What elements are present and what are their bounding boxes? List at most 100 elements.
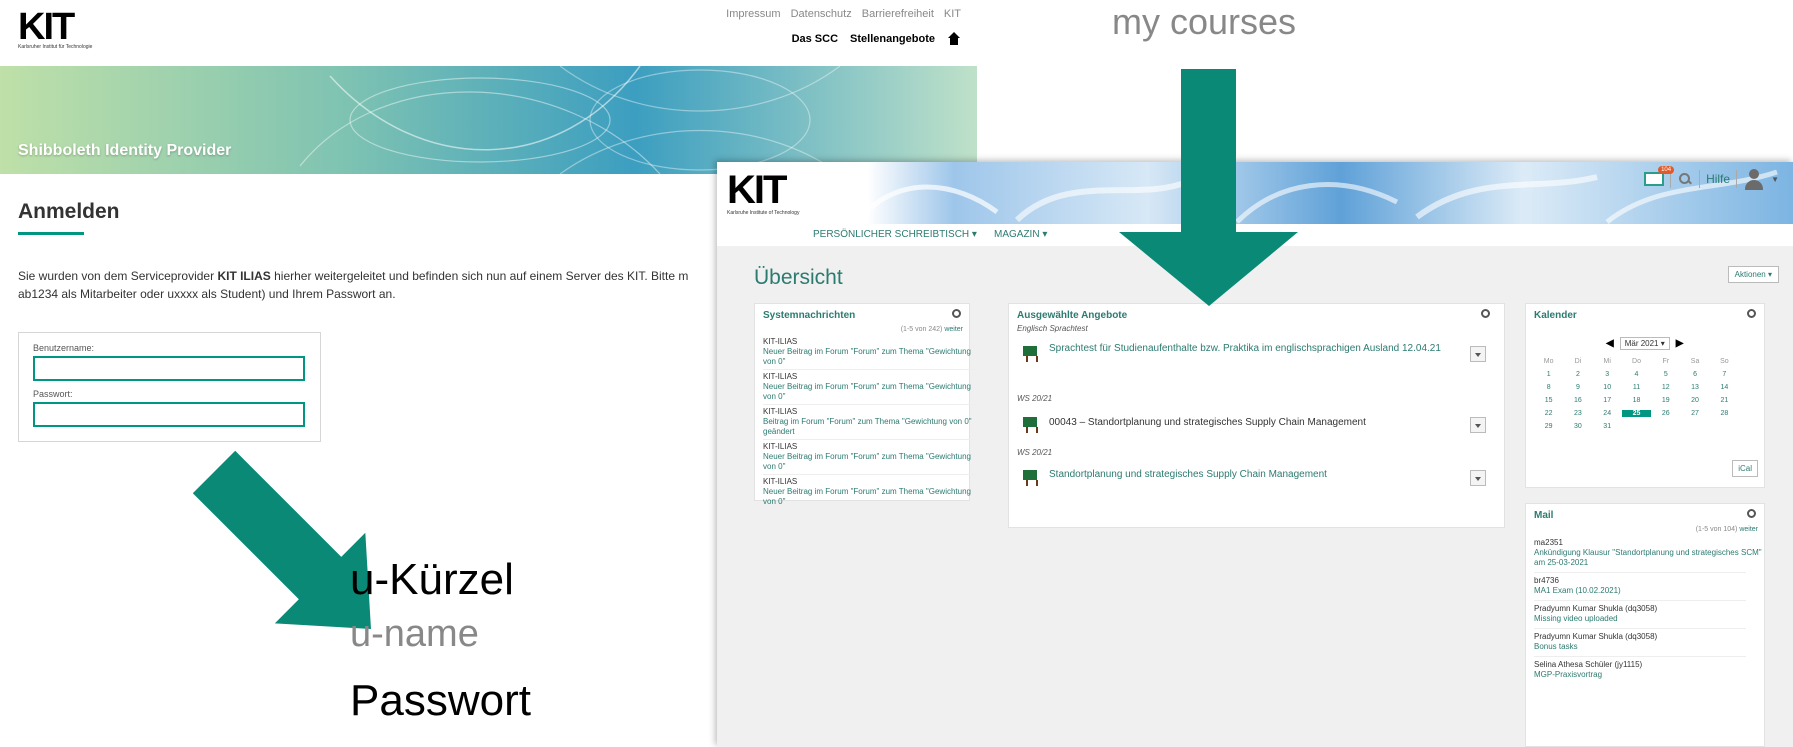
selected-offers-panel: Ausgewählte Angebote Englisch Sprachtest…	[1008, 303, 1505, 528]
link-das-scc[interactable]: Das SCC	[792, 33, 838, 45]
calendar-day[interactable]: 19	[1651, 397, 1680, 404]
course-link[interactable]: 00043 – Standortplanung und strategische…	[1049, 416, 1449, 429]
calendar-day[interactable]: 29	[1534, 423, 1563, 430]
calendar-day[interactable]: 16	[1563, 397, 1592, 404]
chevron-right-icon[interactable]: ▶	[1676, 338, 1684, 349]
mail-sender: br4736	[1534, 576, 1559, 585]
divider	[1534, 628, 1746, 629]
calendar-day[interactable]: 28	[1710, 410, 1739, 417]
month-select[interactable]: Mär 2021 ▾	[1619, 337, 1670, 350]
list-item[interactable]: KIT-ILIAS Neuer Beitrag im Forum "Forum" …	[763, 477, 973, 507]
divider	[1736, 170, 1738, 188]
course-actions-dropdown[interactable]	[1470, 470, 1486, 486]
link-stellenangebote[interactable]: Stellenangebote	[850, 33, 935, 45]
calendar-day[interactable]: 12	[1651, 384, 1680, 391]
calendar-empty-cell	[1651, 423, 1680, 430]
list-item[interactable]: KIT-ILIAS Neuer Beitrag im Forum "Forum" …	[763, 337, 973, 367]
gear-icon[interactable]	[1747, 309, 1756, 318]
ical-button[interactable]: iCal	[1732, 460, 1758, 477]
divider	[1699, 170, 1701, 188]
calendar-day[interactable]: 24	[1593, 410, 1622, 417]
annotation-passwort: Passwort	[350, 676, 531, 725]
list-item[interactable]: KIT-ILIAS Neuer Beitrag im Forum "Forum" …	[763, 372, 973, 402]
calendar-day[interactable]: 20	[1680, 397, 1709, 404]
banner-title: Shibboleth Identity Provider	[18, 142, 232, 159]
calendar-day[interactable]: 6	[1680, 371, 1709, 378]
course-link[interactable]: Sprachtest für Studienaufenthalte bzw. P…	[1049, 342, 1449, 355]
course-link[interactable]: Standortplanung und strategisches Supply…	[1049, 468, 1449, 481]
calendar-day[interactable]: 25	[1621, 410, 1652, 417]
message-sender: KIT-ILIAS	[763, 337, 798, 346]
calendar-day[interactable]: 3	[1593, 371, 1622, 378]
link-datenschutz[interactable]: Datenschutz	[791, 8, 852, 20]
home-icon[interactable]	[947, 32, 961, 46]
username-input[interactable]	[33, 356, 305, 381]
nav-magazin[interactable]: MAGAZIN ▾	[994, 229, 1047, 240]
list-item[interactable]: Pradyumn Kumar Shukla (dq3058) Missing vi…	[1534, 604, 1762, 624]
calendar-day[interactable]: 13	[1680, 384, 1709, 391]
link-barrierefreiheit[interactable]: Barrierefreiheit	[862, 8, 934, 20]
chevron-down-icon[interactable]: ▼	[1771, 175, 1779, 184]
message-text: Neuer Beitrag im Forum "Forum" zum Thema…	[763, 347, 971, 366]
calendar-day[interactable]: 11	[1622, 384, 1651, 391]
list-item[interactable]: br4736 MA1 Exam (10.02.2021)	[1534, 576, 1762, 596]
calendar-day[interactable]: 31	[1593, 423, 1622, 430]
calendar-day[interactable]: 26	[1651, 410, 1680, 417]
user-avatar-icon[interactable]	[1743, 168, 1765, 190]
calendar-day[interactable]: 22	[1534, 410, 1563, 417]
course-actions-dropdown[interactable]	[1470, 417, 1486, 433]
calendar-day[interactable]: 8	[1534, 384, 1563, 391]
calendar-day[interactable]: 2	[1563, 371, 1592, 378]
calendar-day[interactable]: 18	[1622, 397, 1651, 404]
calendar-day[interactable]: 30	[1563, 423, 1592, 430]
more-link[interactable]: weiter	[944, 326, 963, 333]
calendar-day[interactable]: 9	[1563, 384, 1592, 391]
calendar-day[interactable]: 23	[1563, 410, 1592, 417]
calendar-day[interactable]: 27	[1680, 410, 1709, 417]
list-item[interactable]: Selina Athesa Schüler (jy1115) MGP-Praxis…	[1534, 660, 1762, 680]
calendar-day[interactable]: 5	[1651, 371, 1680, 378]
course-group-label: WS 20/21	[1017, 448, 1053, 457]
calendar-day[interactable]: 21	[1710, 397, 1739, 404]
mail-icon[interactable]: 104	[1644, 166, 1675, 186]
actions-button[interactable]: Aktionen ▾	[1727, 266, 1779, 283]
course-icon	[1023, 417, 1038, 433]
message-sender: KIT-ILIAS	[763, 372, 798, 381]
calendar-day[interactable]: 10	[1593, 384, 1622, 391]
course-actions-dropdown[interactable]	[1470, 346, 1486, 362]
gear-icon[interactable]	[1481, 309, 1490, 318]
calendar-day[interactable]: 17	[1593, 397, 1622, 404]
link-impressum[interactable]: Impressum	[726, 8, 780, 20]
gear-icon[interactable]	[1747, 509, 1756, 518]
divider	[1534, 572, 1746, 573]
calendar-day[interactable]: 4	[1622, 371, 1651, 378]
nav-personal-desktop[interactable]: PERSÖNLICHER SCHREIBTISCH ▾	[813, 229, 977, 240]
link-kit[interactable]: KIT	[944, 8, 961, 20]
divider	[763, 404, 975, 405]
list-item[interactable]: KIT-ILIAS Beitrag im Forum "Forum" zum Th…	[763, 407, 973, 437]
weekday-label: So	[1720, 358, 1729, 365]
course-icon	[1023, 470, 1038, 486]
calendar-day[interactable]: 15	[1534, 397, 1563, 404]
calendar-day[interactable]: 14	[1710, 384, 1739, 391]
calendar-day[interactable]: 1	[1534, 371, 1563, 378]
panel-title: Systemnachrichten	[763, 310, 856, 321]
mail-subject: Missing video uploaded	[1534, 614, 1618, 623]
password-input[interactable]	[33, 402, 305, 427]
calendar-day[interactable]: 7	[1710, 371, 1739, 378]
gear-icon[interactable]	[952, 309, 961, 318]
sub-navigation: Das SCC Stellenangebote	[792, 32, 961, 46]
ilias-kit-logo[interactable]: KIT Karlsruhe Institute of Technology	[727, 170, 799, 216]
list-item[interactable]: KIT-ILIAS Neuer Beitrag im Forum "Forum" …	[763, 442, 973, 472]
kit-logo[interactable]: KIT Karlsruher Institut für Technologie	[18, 8, 113, 52]
list-item[interactable]: Pradyumn Kumar Shukla (dq3058) Bonus task…	[1534, 632, 1762, 652]
chevron-left-icon[interactable]: ◀	[1606, 338, 1614, 349]
divider	[1534, 656, 1746, 657]
list-item[interactable]: ma2351 Ankündigung Klausur "Standortplanu…	[1534, 538, 1762, 568]
divider	[763, 474, 975, 475]
more-link[interactable]: weiter	[1739, 526, 1758, 533]
help-link[interactable]: Hilfe	[1706, 172, 1730, 186]
ilias-dashboard: KIT Karlsruhe Institute of Technology 10…	[717, 162, 1793, 747]
search-icon[interactable]	[1677, 171, 1693, 187]
message-text: Neuer Beitrag im Forum "Forum" zum Thema…	[763, 487, 971, 506]
